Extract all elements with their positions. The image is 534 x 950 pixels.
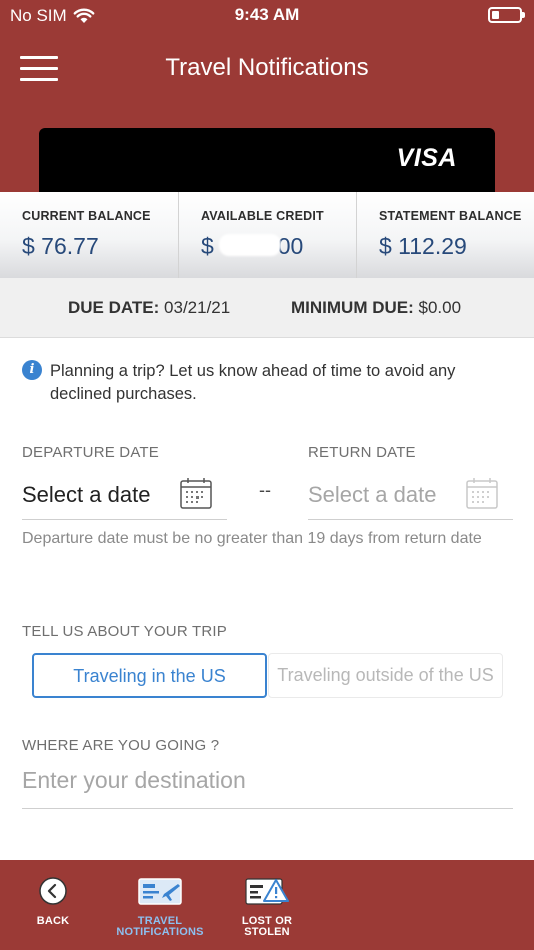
due-date-value: 03/21/21 xyxy=(164,298,231,317)
bottom-navigation: BACK TRAVEL NOTIFICATIONS LOST OR STOLEN xyxy=(0,860,534,950)
minimum-due: MINIMUM DUE: $0.00 xyxy=(291,298,461,318)
travel-ticket-icon[interactable] xyxy=(138,876,182,906)
app-header: Travel Notifications VISA xyxy=(0,32,534,194)
destination-field[interactable] xyxy=(22,760,513,809)
date-separator: -- xyxy=(259,480,271,500)
destination-input[interactable] xyxy=(22,760,513,800)
tab-travel-notifications[interactable]: TRAVEL NOTIFICATIONS xyxy=(110,874,210,938)
departure-date-value: Select a date xyxy=(22,482,151,507)
return-date-label: RETURN DATE xyxy=(308,444,416,461)
departure-date-label: DEPARTURE DATE xyxy=(22,444,159,461)
page-title: Travel Notifications xyxy=(165,54,369,81)
balance-summary: CURRENT BALANCE $ 76.77 AVAILABLE CREDIT… xyxy=(0,192,534,278)
date-helper-text: Departure date must be no greater than 1… xyxy=(22,530,482,547)
statement-balance-value: $ 112.29 xyxy=(379,233,467,259)
tab-back[interactable]: BACK xyxy=(3,874,103,927)
minimum-due-label: MINIMUM DUE: xyxy=(291,298,414,317)
battery-level xyxy=(492,11,499,19)
available-credit: AVAILABLE CREDIT $ 00 xyxy=(178,192,356,278)
payment-due-bar: DUE DATE: 03/21/21 MINIMUM DUE: $0.00 xyxy=(0,278,534,338)
trip-section-label: TELL US ABOUT YOUR TRIP xyxy=(22,623,227,640)
departure-date-picker[interactable]: Select a date xyxy=(22,468,227,520)
tab-travel-notifications-label: TRAVEL NOTIFICATIONS xyxy=(116,915,204,938)
statement-balance-label: STATEMENT BALANCE xyxy=(379,209,522,223)
visa-logo: VISA xyxy=(396,144,457,172)
redacted-amount xyxy=(219,234,281,256)
battery-icon xyxy=(488,7,525,23)
due-date: DUE DATE: 03/21/21 xyxy=(68,298,230,318)
statement-balance: STATEMENT BALANCE $ 112.29 xyxy=(356,192,534,278)
option-traveling-outside-us[interactable]: Traveling outside of the US xyxy=(268,653,503,698)
available-credit-label: AVAILABLE CREDIT xyxy=(201,209,324,223)
return-date-value: Select a date xyxy=(308,482,437,507)
current-balance: CURRENT BALANCE $ 76.77 xyxy=(0,192,178,278)
tab-lost-or-stolen[interactable]: LOST OR STOLEN xyxy=(217,874,317,938)
destination-label: WHERE ARE YOU GOING ? xyxy=(22,737,220,754)
back-arrow-icon[interactable] xyxy=(38,876,68,906)
clock: 9:43 AM xyxy=(234,5,300,24)
option-traveling-in-us[interactable]: Traveling in the US xyxy=(32,653,267,698)
minimum-due-value: $0.00 xyxy=(418,298,462,317)
return-date-picker[interactable]: Select a date xyxy=(308,468,513,520)
tab-lost-or-stolen-label: LOST OR STOLEN xyxy=(241,915,293,938)
due-date-label: DUE DATE: xyxy=(68,298,160,317)
lost-card-warning-icon[interactable] xyxy=(245,876,289,906)
status-bar: No SIM 9:43 AM xyxy=(0,0,534,32)
credit-card-image: VISA xyxy=(39,128,495,194)
info-icon: i xyxy=(22,360,42,380)
current-balance-value: $ 76.77 xyxy=(22,233,99,259)
current-balance-label: CURRENT BALANCE xyxy=(22,209,151,223)
calendar-icon[interactable] xyxy=(465,476,499,510)
info-message: Planning a trip? Let us know ahead of ti… xyxy=(50,362,456,403)
tab-back-label: BACK xyxy=(36,915,70,927)
calendar-icon[interactable] xyxy=(179,476,213,510)
